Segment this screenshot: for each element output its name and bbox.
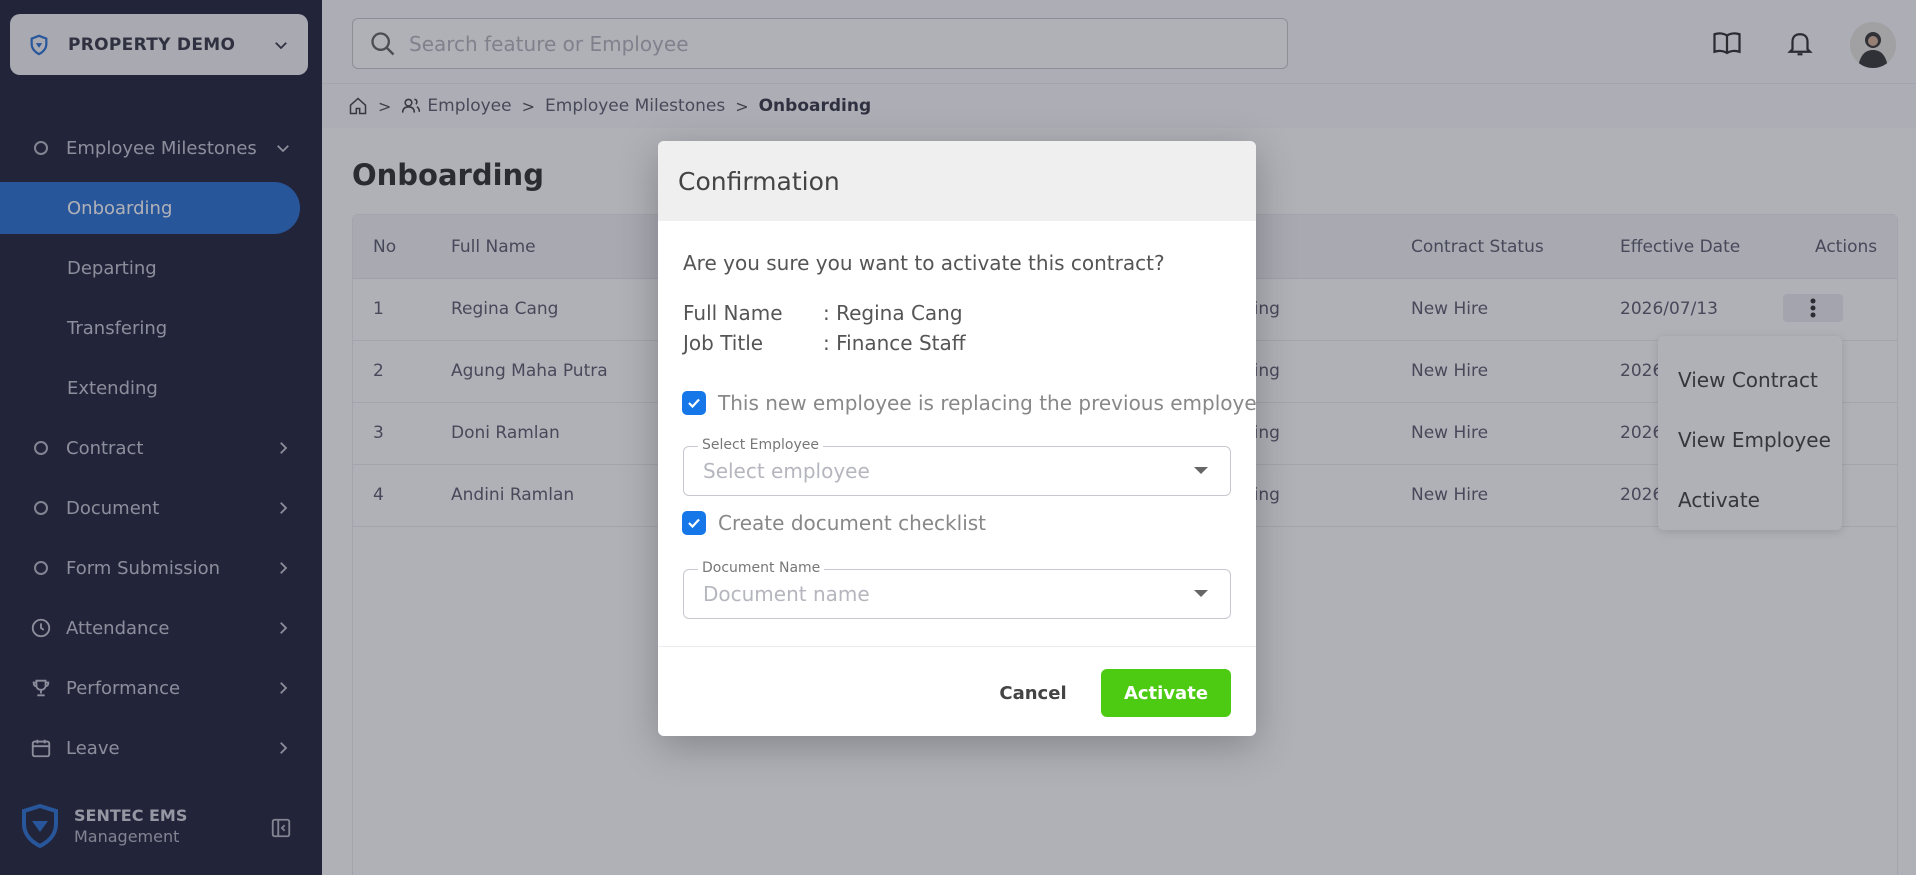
dropdown-arrow-icon <box>1194 467 1208 474</box>
activate-button[interactable]: Activate <box>1101 669 1231 717</box>
document-name-label: Document Name <box>698 560 825 576</box>
job-title-label: Job Title <box>683 331 764 355</box>
document-checklist-checkbox[interactable] <box>682 511 706 535</box>
check-icon <box>688 518 700 529</box>
check-icon <box>688 398 700 409</box>
full-name-row: Full Name : Regina Cang <box>683 301 963 325</box>
dialog-title: Confirmation <box>658 141 1256 221</box>
dropdown-arrow-icon <box>1194 590 1208 597</box>
replace-employee-label: This new employee is replacing the previ… <box>718 391 1256 415</box>
document-checklist-label: Create document checklist <box>718 511 987 535</box>
document-name-placeholder: Document name <box>703 582 870 606</box>
document-checklist-option: Create document checklist <box>682 511 986 535</box>
job-title-value: : Finance Staff <box>823 331 966 355</box>
select-employee-placeholder: Select employee <box>703 459 870 483</box>
select-employee-label: Select Employee <box>698 437 823 453</box>
replace-employee-option: This new employee is replacing the previ… <box>682 391 1256 415</box>
select-employee-dropdown[interactable]: Select Employee Select employee <box>683 437 1231 496</box>
job-title-row: Job Title : Finance Staff <box>683 331 966 355</box>
replace-employee-checkbox[interactable] <box>682 391 706 415</box>
full-name-value: : Regina Cang <box>823 301 963 325</box>
confirmation-dialog: Confirmation Are you sure you want to ac… <box>658 141 1256 736</box>
full-name-label: Full Name <box>683 301 783 325</box>
document-name-dropdown[interactable]: Document Name Document name <box>683 560 1231 619</box>
cancel-button[interactable]: Cancel <box>978 669 1088 717</box>
dialog-question: Are you sure you want to activate this c… <box>683 251 1165 275</box>
dialog-footer: Cancel Activate <box>658 646 1256 736</box>
